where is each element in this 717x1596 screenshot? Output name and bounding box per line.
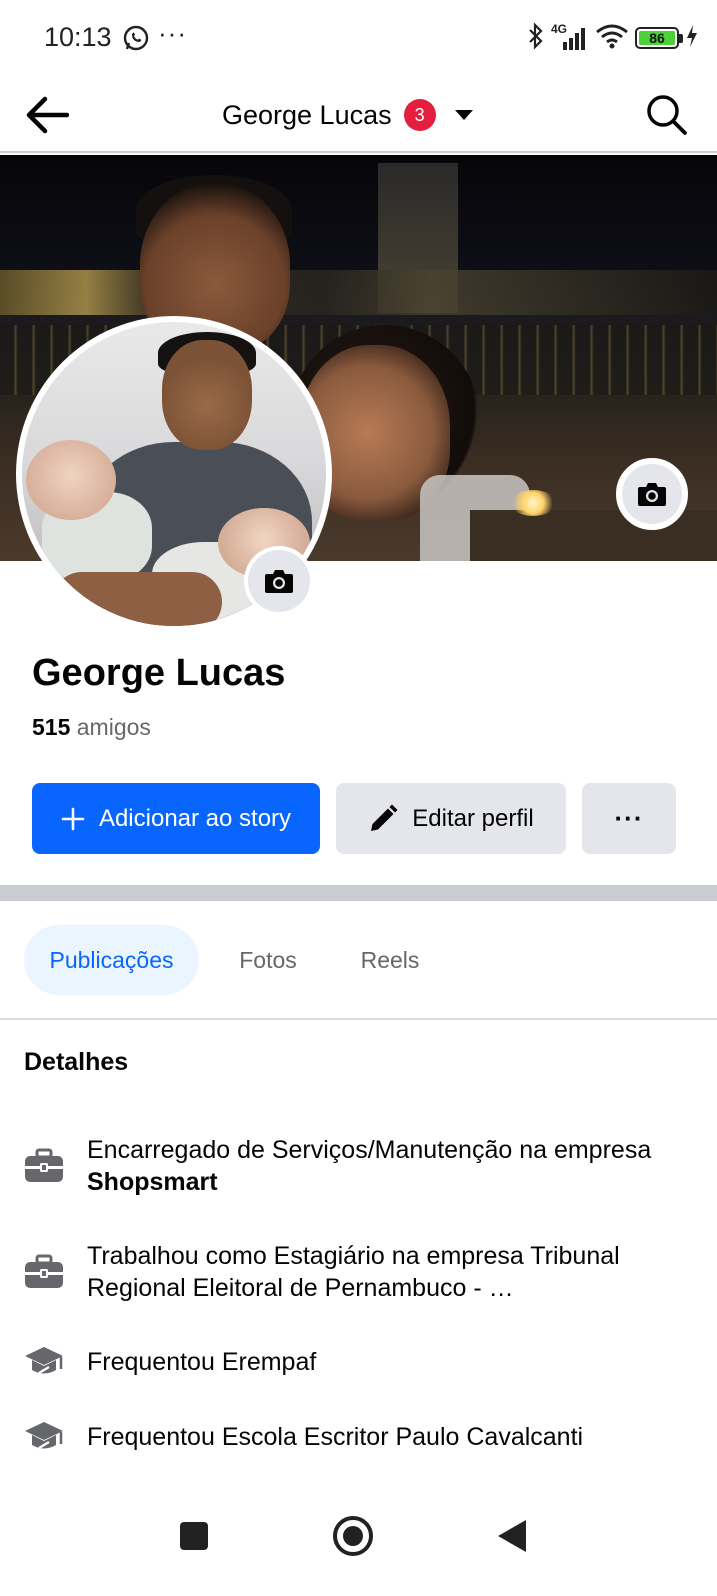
tab-reels[interactable]: Reels bbox=[344, 925, 436, 995]
status-bar: 10:13 ··· 4G 86 bbox=[0, 0, 717, 78]
friends-count-link[interactable]: 515 amigos bbox=[32, 714, 151, 741]
back-button[interactable] bbox=[22, 90, 72, 140]
plus-icon bbox=[61, 807, 85, 830]
tabs-divider bbox=[0, 1018, 717, 1020]
more-notifications-icon: ··· bbox=[158, 18, 187, 48]
add-to-story-button[interactable]: Adicionar ao story bbox=[32, 783, 320, 854]
edit-profile-button[interactable]: Editar perfil bbox=[336, 783, 566, 854]
profile-name: George Lucas bbox=[32, 652, 286, 694]
detail-text-company: Shopsmart bbox=[87, 1168, 218, 1196]
more-icon: ··· bbox=[614, 803, 644, 833]
more-options-button[interactable]: ··· bbox=[582, 783, 676, 854]
status-time: 10:13 bbox=[44, 22, 112, 52]
wifi-icon bbox=[595, 22, 629, 55]
status-icons: 4G 86 bbox=[527, 21, 699, 55]
briefcase-icon bbox=[22, 1250, 66, 1294]
details-heading: Detalhes bbox=[24, 1048, 129, 1076]
recents-button[interactable] bbox=[164, 1506, 224, 1566]
search-icon bbox=[647, 95, 687, 135]
tab-publicacoes[interactable]: Publicações bbox=[24, 925, 199, 995]
battery-level: 86 bbox=[639, 30, 675, 46]
briefcase-icon bbox=[22, 1144, 66, 1188]
battery-icon: 86 bbox=[635, 27, 683, 49]
detail-text: Frequentou Erempaf bbox=[87, 1348, 317, 1376]
recents-square-icon bbox=[180, 1522, 208, 1550]
notification-badge: 3 bbox=[403, 99, 436, 131]
friends-count: 515 bbox=[32, 714, 71, 740]
edit-profile-label: Editar perfil bbox=[412, 804, 534, 832]
back-triangle-icon bbox=[498, 1520, 526, 1552]
pencil-icon bbox=[371, 804, 398, 831]
charging-icon bbox=[685, 24, 699, 53]
detail-text: Frequentou Escola Escritor Paulo Cavalca… bbox=[87, 1423, 584, 1451]
add-to-story-label: Adicionar ao story bbox=[98, 804, 292, 832]
tab-fotos[interactable]: Fotos bbox=[222, 925, 314, 995]
camera-icon bbox=[265, 570, 293, 593]
back-nav-button[interactable] bbox=[482, 1506, 542, 1566]
top-app-bar: George Lucas 3 bbox=[0, 78, 717, 153]
detail-text-main: Encarregado de Serviços/Manutenção na em… bbox=[87, 1136, 652, 1164]
section-divider bbox=[0, 885, 717, 901]
edit-cover-photo-button[interactable] bbox=[616, 458, 688, 530]
edit-profile-picture-button[interactable] bbox=[244, 546, 314, 616]
home-circle-icon bbox=[333, 1516, 373, 1556]
signal-icon: 4G bbox=[551, 22, 589, 52]
detail-text: Trabalhou como Estagiário na empresa Tri… bbox=[87, 1242, 620, 1302]
home-button[interactable] bbox=[323, 1506, 383, 1566]
graduation-cap-icon bbox=[22, 1415, 66, 1459]
caret-down-icon bbox=[454, 108, 474, 122]
profile-switcher[interactable]: George Lucas 3 bbox=[222, 92, 474, 138]
bluetooth-icon bbox=[527, 21, 545, 55]
friends-label: amigos bbox=[76, 714, 151, 740]
camera-icon bbox=[638, 483, 666, 506]
header-title: George Lucas bbox=[222, 99, 392, 130]
search-button[interactable] bbox=[642, 90, 692, 140]
whatsapp-notification-icon bbox=[122, 24, 150, 52]
detail-text: Encarregado de Serviços/Manutenção na em… bbox=[87, 1134, 687, 1198]
system-navigation-bar bbox=[0, 1488, 717, 1596]
back-arrow-icon bbox=[26, 96, 69, 134]
graduation-cap-icon bbox=[22, 1340, 66, 1384]
